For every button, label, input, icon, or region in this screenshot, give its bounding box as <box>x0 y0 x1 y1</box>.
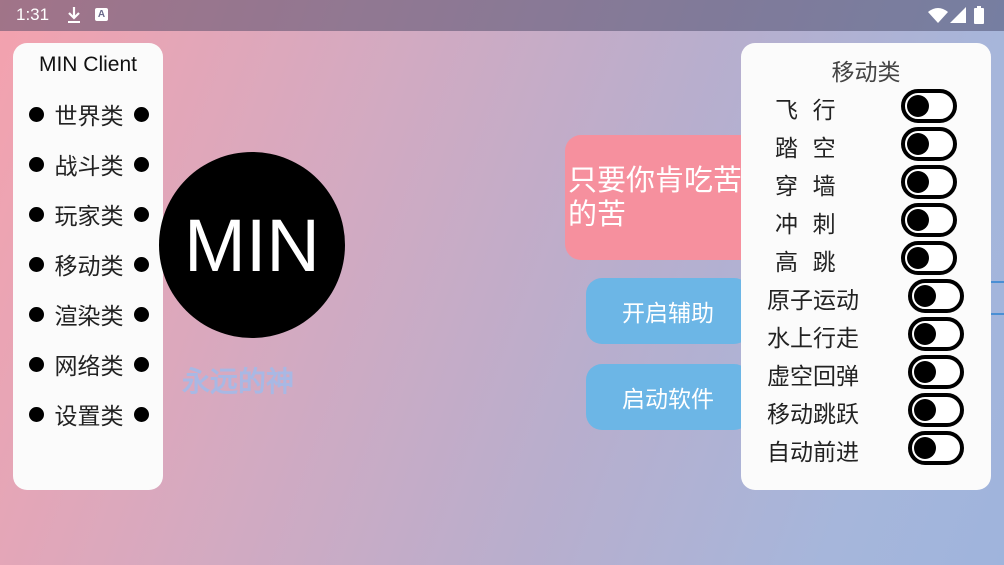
toggle-knob <box>907 247 929 269</box>
toggle-knob <box>914 437 936 459</box>
module-label-move-jump: 移动跳跃 <box>767 402 859 428</box>
min-logo: MIN <box>159 152 345 338</box>
category-label: 玩家类 <box>54 204 124 230</box>
module-label-auto-forward: 自动前进 <box>767 440 859 466</box>
toggle-knob <box>907 209 929 231</box>
toggle-knob <box>907 133 929 155</box>
bullet-dot-icon <box>134 106 149 122</box>
category-item-movement[interactable]: 移动类 <box>29 247 149 281</box>
a-badge-icon: A <box>95 8 108 21</box>
launch-software-button[interactable]: 启动软件 <box>586 364 750 430</box>
category-label: 移动类 <box>54 254 124 280</box>
toggle-knob <box>914 361 936 383</box>
toggle-noclip[interactable] <box>901 165 957 199</box>
edge-divider <box>990 313 1004 315</box>
toggle-move-jump[interactable] <box>908 393 964 427</box>
category-label: 设置类 <box>54 404 124 430</box>
toggle-void-bounce[interactable] <box>908 355 964 389</box>
download-icon <box>68 7 80 23</box>
category-item-combat[interactable]: 战斗类 <box>29 147 149 181</box>
category-panel: MIN Client 世界类 战斗类 玩家类 移动类 渲染类 网络类 设置类 <box>13 43 163 490</box>
bullet-dot-icon <box>134 306 149 322</box>
bullet-dot-icon <box>134 156 149 172</box>
toggle-sprint[interactable] <box>901 203 957 237</box>
bullet-dot-icon <box>134 356 149 372</box>
toggle-fly[interactable] <box>901 89 957 123</box>
motto-banner: 只要你肯吃苦的苦 <box>565 135 765 260</box>
category-item-player[interactable]: 玩家类 <box>29 197 149 231</box>
bullet-dot-icon <box>134 206 149 222</box>
module-label-fly: 飞 行 <box>775 98 836 124</box>
wifi-icon <box>928 8 948 23</box>
toggle-knob <box>907 95 929 117</box>
toggle-water-walk[interactable] <box>908 317 964 351</box>
bullet-dot-icon <box>29 256 44 272</box>
enable-assist-button[interactable]: 开启辅助 <box>586 278 750 344</box>
module-label-noclip: 穿 墙 <box>775 174 836 200</box>
toggle-knob <box>907 171 929 193</box>
toggle-knob <box>914 285 936 307</box>
module-label-highjump: 高 跳 <box>775 250 836 276</box>
signal-icon <box>950 7 966 23</box>
bullet-dot-icon <box>29 306 44 322</box>
bullet-dot-icon <box>29 206 44 222</box>
status-bar: 1:31 A <box>0 0 1004 31</box>
battery-icon <box>974 6 984 24</box>
module-label-airwalk: 踏 空 <box>775 136 836 162</box>
bullet-dot-icon <box>134 256 149 272</box>
panel-title: 移动类 <box>831 60 901 86</box>
edge-divider <box>990 281 1004 283</box>
motto-text: 只要你肯吃苦的苦 <box>568 163 743 231</box>
toggle-auto-forward[interactable] <box>908 431 964 465</box>
toggle-airwalk[interactable] <box>901 127 957 161</box>
movement-module-panel: 移动类 飞 行 踏 空 穿 墙 冲 刺 高 跳 原子运动 水上行走 虚空回弹 移… <box>741 43 991 490</box>
category-label: 网络类 <box>54 354 124 380</box>
module-label-atomic-motion: 原子运动 <box>767 288 859 314</box>
module-label-water-walk: 水上行走 <box>767 326 859 352</box>
toggle-knob <box>914 323 936 345</box>
toggle-knob <box>914 399 936 421</box>
module-label-void-bounce: 虚空回弹 <box>767 364 859 390</box>
bullet-dot-icon <box>29 356 44 372</box>
category-item-network[interactable]: 网络类 <box>29 347 149 381</box>
category-label: 渲染类 <box>54 304 124 330</box>
logo-subtitle: 永远的神 <box>182 365 295 398</box>
client-title: MIN Client <box>38 53 138 76</box>
bullet-dot-icon <box>29 106 44 122</box>
category-label: 世界类 <box>54 104 124 130</box>
bullet-dot-icon <box>29 156 44 172</box>
category-item-world[interactable]: 世界类 <box>29 97 149 131</box>
status-time: 1:31 <box>16 5 50 24</box>
category-item-settings[interactable]: 设置类 <box>29 397 149 431</box>
module-label-sprint: 冲 刺 <box>775 212 836 238</box>
bullet-dot-icon <box>29 406 44 422</box>
toggle-highjump[interactable] <box>901 241 957 275</box>
toggle-atomic-motion[interactable] <box>908 279 964 313</box>
bullet-dot-icon <box>134 406 149 422</box>
category-label: 战斗类 <box>54 154 124 180</box>
category-item-render[interactable]: 渲染类 <box>29 297 149 331</box>
